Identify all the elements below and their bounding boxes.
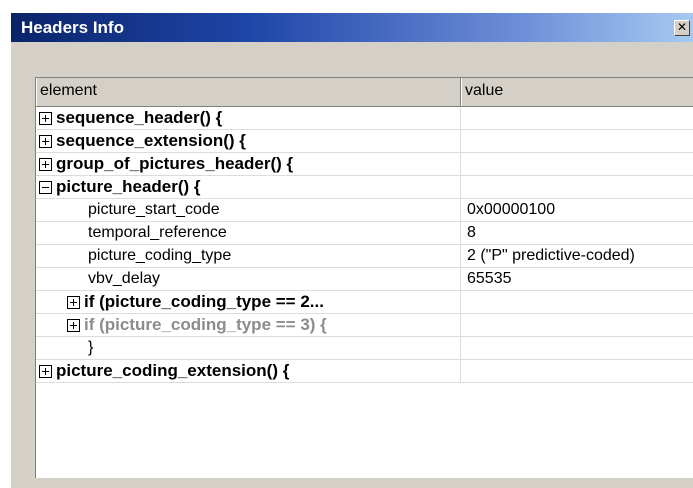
value-cell	[461, 176, 693, 198]
table-header: element value	[36, 78, 693, 107]
tree-row[interactable]: sequence_header() {	[36, 107, 693, 130]
collapse-minus-icon[interactable]	[39, 181, 52, 194]
element-label: if (picture_coding_type == 2...	[84, 292, 324, 311]
element-label: sequence_header() {	[56, 108, 223, 127]
element-cell: if (picture_coding_type == 2...	[36, 291, 461, 313]
expand-plus-icon[interactable]	[39, 112, 52, 125]
tree-row[interactable]: picture_header() {	[36, 176, 693, 199]
expand-plus-icon[interactable]	[39, 135, 52, 148]
value-cell: 65535	[467, 270, 512, 287]
tree-row[interactable]: vbv_delay 65535	[36, 268, 693, 291]
value-cell: 0x00000100	[467, 201, 556, 218]
tree-row[interactable]: sequence_extension() {	[36, 130, 693, 153]
tree-row[interactable]: }	[36, 337, 693, 360]
value-cell	[461, 337, 693, 359]
close-icon: ✕	[676, 20, 688, 34]
element-cell: picture_coding_type	[36, 245, 461, 267]
tree-row[interactable]: picture_start_code 0x00000100	[36, 199, 693, 222]
window-bottom-border	[11, 478, 693, 488]
element-cell: vbv_delay	[36, 268, 461, 290]
closing-brace: }	[88, 339, 94, 356]
element-label-disabled: if (picture_coding_type == 3) {	[84, 315, 327, 334]
tree-row[interactable]: picture_coding_type 2 ("P" predictive-co…	[36, 245, 693, 268]
value-cell	[461, 153, 693, 175]
element-label: picture_coding_type	[88, 247, 232, 264]
element-cell: group_of_pictures_header() {	[36, 153, 461, 175]
element-cell: picture_coding_extension() {	[36, 360, 461, 382]
expand-plus-icon[interactable]	[67, 319, 80, 332]
element-label: picture_coding_extension() {	[56, 361, 290, 380]
value-cell	[461, 291, 693, 313]
expand-plus-icon[interactable]	[39, 365, 52, 378]
element-label: group_of_pictures_header() {	[56, 154, 294, 173]
value-cell	[461, 314, 693, 336]
tree-row[interactable]: picture_coding_extension() {	[36, 360, 693, 383]
column-header-element[interactable]: element	[36, 78, 461, 106]
column-header-value[interactable]: value	[461, 78, 693, 106]
headers-info-window: Headers Info ✕ element value sequence_he…	[10, 13, 693, 488]
element-cell: if (picture_coding_type == 3) {	[36, 314, 461, 336]
element-cell: picture_header() {	[36, 176, 461, 198]
element-cell: }	[36, 337, 461, 359]
close-button[interactable]: ✕	[674, 20, 690, 36]
tree-row[interactable]: if (picture_coding_type == 3) {	[36, 314, 693, 337]
element-cell: sequence_extension() {	[36, 130, 461, 152]
expand-plus-icon[interactable]	[67, 296, 80, 309]
tree-row[interactable]: temporal_reference 8	[36, 222, 693, 245]
value-cell	[461, 107, 693, 129]
headers-tree-table: element value sequence_header() { sequen…	[35, 77, 693, 478]
window-title: Headers Info	[21, 18, 124, 37]
value-cell: 2 ("P" predictive-coded)	[467, 247, 635, 264]
title-bar[interactable]: Headers Info ✕	[11, 13, 693, 42]
tree-row[interactable]: group_of_pictures_header() {	[36, 153, 693, 176]
tree-rows: sequence_header() { sequence_extension()…	[36, 107, 693, 383]
element-label: picture_start_code	[88, 201, 220, 218]
expand-plus-icon[interactable]	[39, 158, 52, 171]
element-label: sequence_extension() {	[56, 131, 246, 150]
element-label: temporal_reference	[88, 224, 227, 241]
element-label: picture_header() {	[56, 177, 201, 196]
element-cell: picture_start_code	[36, 199, 461, 221]
tree-row[interactable]: if (picture_coding_type == 2...	[36, 291, 693, 314]
element-cell: sequence_header() {	[36, 107, 461, 129]
element-cell: temporal_reference	[36, 222, 461, 244]
value-cell	[461, 130, 693, 152]
element-label: vbv_delay	[88, 270, 161, 287]
value-cell	[461, 360, 693, 382]
value-cell: 8	[467, 224, 476, 241]
